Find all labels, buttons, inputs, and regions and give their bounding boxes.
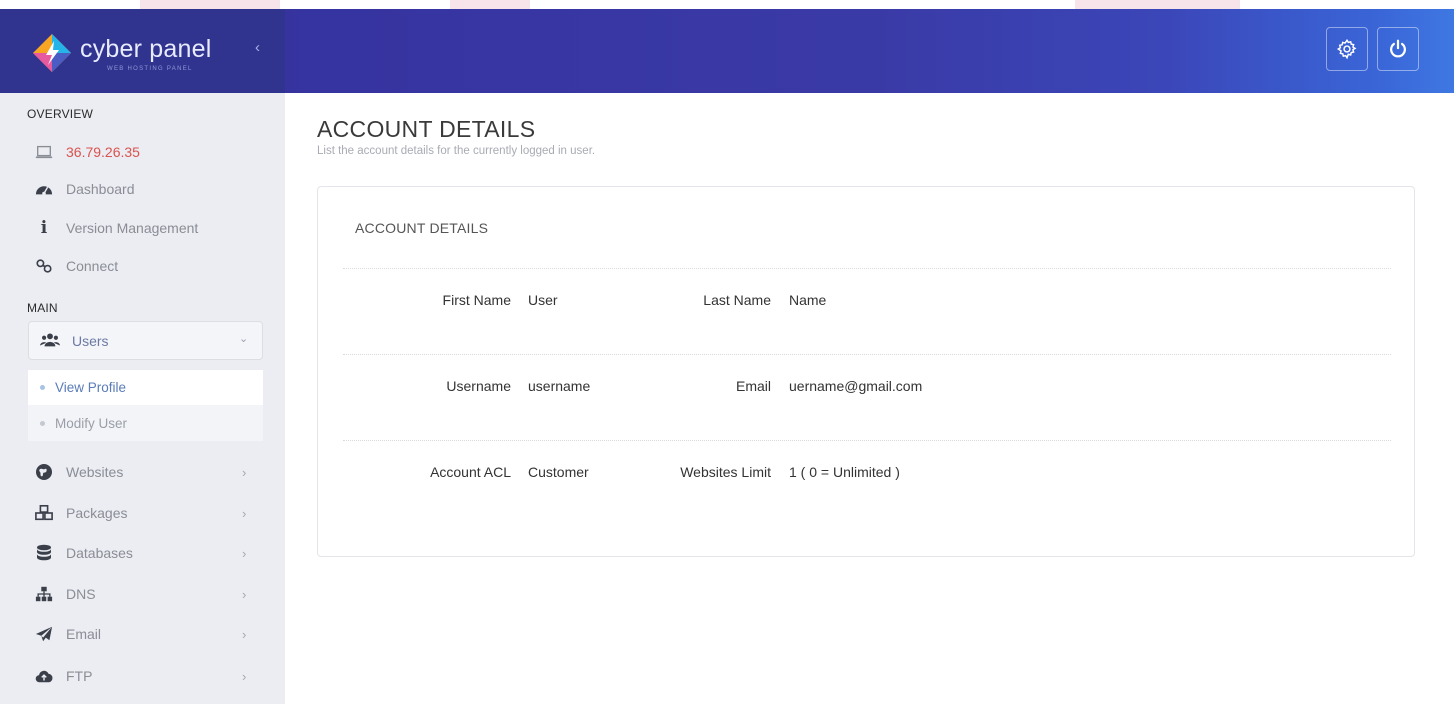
link-icon xyxy=(34,257,54,275)
users-icon xyxy=(40,333,60,347)
database-icon xyxy=(34,544,54,562)
info-icon: i xyxy=(40,218,48,238)
cloud-upload-icon xyxy=(34,667,54,685)
section-overview: OVERVIEW xyxy=(27,107,94,121)
chevron-right-icon: › xyxy=(242,505,247,521)
username-label: Username xyxy=(446,378,511,394)
sidebar-item-label: Websites xyxy=(66,464,124,480)
sidebar-item-connect[interactable]: Connect xyxy=(34,255,118,277)
divider xyxy=(343,440,1391,441)
globe-icon xyxy=(34,463,54,481)
submenu-item-modify-user[interactable]: Modify User xyxy=(28,406,263,441)
page-title: ACCOUNT DETAILS xyxy=(317,116,536,142)
paper-plane-icon xyxy=(34,625,54,643)
sidebar-item-label: Email xyxy=(66,626,102,642)
sidebar-item-packages[interactable]: Packages › xyxy=(34,502,246,524)
chevron-right-icon: › xyxy=(242,668,247,684)
sidebar-item-version-management[interactable]: i Version Management xyxy=(34,217,199,239)
server-ip: 36.79.26.35 xyxy=(66,144,140,160)
sidebar: OVERVIEW 36.79.26.35 Dashboard i Version… xyxy=(0,93,285,704)
sidebar-item-ip[interactable]: 36.79.26.35 xyxy=(34,141,140,163)
main-content: ACCOUNT DETAILS List the account details… xyxy=(285,93,1454,704)
first-name-label: First Name xyxy=(442,292,511,308)
strip-segment xyxy=(450,0,530,9)
detail-row-account: Username username Email uername@gmail.co… xyxy=(318,378,1416,398)
users-submenu: View Profile Modify User xyxy=(28,370,263,441)
strip-segment xyxy=(1075,0,1240,9)
chevron-down-icon: ⌄ xyxy=(239,333,249,345)
chevron-right-icon: › xyxy=(242,586,247,602)
sidebar-item-users[interactable]: Users ⌄ xyxy=(28,321,263,360)
settings-button[interactable] xyxy=(1326,27,1368,71)
bullet-icon xyxy=(40,385,45,390)
detail-row-limits: Account ACL Customer Websites Limit 1 ( … xyxy=(318,464,1416,484)
sidebar-item-label: DNS xyxy=(66,586,96,602)
sidebar-item-label: Users xyxy=(72,333,109,349)
sidebar-item-databases[interactable]: Databases › xyxy=(34,542,246,564)
brand-area: cyber panel WEB HOSTING PANEL ‹ xyxy=(0,9,285,93)
brand-name[interactable]: cyber panel xyxy=(80,35,211,64)
sidebar-item-dns[interactable]: DNS › xyxy=(34,583,246,605)
panel-title: ACCOUNT DETAILS xyxy=(355,220,489,236)
bullet-icon xyxy=(40,421,45,426)
email-label: Email xyxy=(735,378,771,394)
laptop-icon xyxy=(34,143,54,161)
detail-row-name: First Name User Last Name Name xyxy=(318,292,1416,312)
chevron-right-icon: › xyxy=(242,626,247,642)
submenu-item-view-profile[interactable]: View Profile xyxy=(28,370,263,405)
account-acl-value: Customer xyxy=(528,464,589,480)
username-value: username xyxy=(528,378,591,394)
websites-limit-value: 1 ( 0 = Unlimited ) xyxy=(789,464,900,480)
divider xyxy=(343,354,1391,355)
first-name-value: User xyxy=(528,292,558,308)
chevron-right-icon: › xyxy=(242,464,247,480)
sitemap-icon xyxy=(34,585,54,603)
brand-subtitle: WEB HOSTING PANEL xyxy=(107,66,193,72)
sidebar-item-label: Version Management xyxy=(66,220,199,236)
sidebar-collapse-button[interactable]: ‹ xyxy=(255,39,260,56)
sidebar-item-label: Connect xyxy=(66,258,119,274)
submenu-item-label: Modify User xyxy=(55,416,128,431)
last-name-value: Name xyxy=(789,292,827,308)
sidebar-item-ftp[interactable]: FTP › xyxy=(34,665,246,687)
cubes-icon xyxy=(34,504,54,522)
account-acl-label: Account ACL xyxy=(430,464,511,480)
last-name-label: Last Name xyxy=(703,292,771,308)
section-main: MAIN xyxy=(27,301,58,315)
sidebar-item-dashboard[interactable]: Dashboard xyxy=(34,178,135,200)
dashboard-icon xyxy=(34,180,54,198)
logout-button[interactable] xyxy=(1377,27,1419,71)
top-strip xyxy=(0,0,1454,9)
divider xyxy=(343,268,1391,269)
sidebar-item-label: Packages xyxy=(66,505,128,521)
sidebar-item-label: FTP xyxy=(66,668,93,684)
sidebar-item-label: Dashboard xyxy=(66,181,135,197)
submenu-item-label: View Profile xyxy=(55,380,127,395)
websites-limit-label: Websites Limit xyxy=(680,464,771,480)
email-value: uername@gmail.com xyxy=(789,378,923,394)
sidebar-item-label: Databases xyxy=(66,545,133,561)
power-icon xyxy=(1390,39,1406,58)
cyberpanel-logo-icon[interactable] xyxy=(32,33,72,73)
chevron-right-icon: › xyxy=(242,545,247,561)
sidebar-item-websites[interactable]: Websites › xyxy=(34,461,246,483)
strip-segment xyxy=(140,0,280,9)
top-header: cyber panel WEB HOSTING PANEL ‹ xyxy=(0,9,1454,93)
sidebar-item-email[interactable]: Email › xyxy=(34,623,246,645)
gear-icon xyxy=(1336,38,1357,60)
account-details-panel: ACCOUNT DETAILS First Name User Last Nam… xyxy=(317,186,1415,557)
page-description: List the account details for the current… xyxy=(317,145,596,157)
